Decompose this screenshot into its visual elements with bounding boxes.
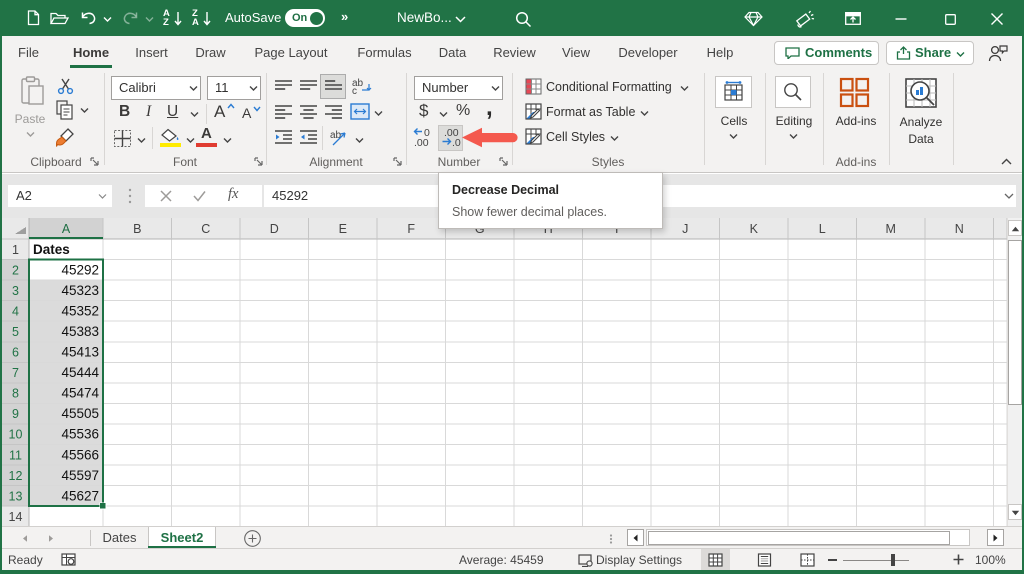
svg-text:10: 10 (9, 428, 23, 442)
svg-text:L: L (819, 222, 826, 236)
svg-text:3: 3 (12, 284, 19, 298)
svg-text:A: A (62, 222, 71, 236)
svg-text:45413: 45413 (61, 345, 99, 360)
svg-text:.0: .0 (452, 137, 461, 147)
svg-text:1: 1 (12, 243, 19, 257)
svg-text:B: B (133, 222, 141, 236)
svg-text:6: 6 (12, 346, 19, 360)
svg-text:45566: 45566 (61, 447, 99, 462)
svg-text:F: F (407, 222, 415, 236)
svg-text:9: 9 (12, 407, 19, 421)
svg-text:12: 12 (9, 469, 23, 483)
svg-text:C: C (201, 222, 210, 236)
svg-text:14: 14 (9, 510, 23, 524)
svg-text:2: 2 (12, 263, 19, 277)
svg-text:Dates: Dates (33, 242, 70, 257)
svg-text:5: 5 (12, 325, 19, 339)
svg-text:45505: 45505 (61, 406, 99, 421)
svg-text:c: c (352, 86, 357, 95)
svg-text:N: N (955, 222, 964, 236)
svg-text:45536: 45536 (61, 427, 99, 442)
svg-text:45292: 45292 (61, 262, 99, 277)
svg-text:11: 11 (9, 448, 22, 462)
svg-text:D: D (270, 222, 279, 236)
svg-text:7: 7 (12, 366, 19, 380)
svg-text:45627: 45627 (61, 488, 99, 503)
svg-text:E: E (339, 222, 347, 236)
svg-text:45383: 45383 (61, 324, 99, 339)
svg-text:45352: 45352 (61, 303, 99, 318)
svg-text:45444: 45444 (61, 365, 99, 380)
svg-text:M: M (886, 222, 896, 236)
svg-text:ab: ab (330, 130, 342, 141)
svg-text:13: 13 (9, 489, 23, 503)
svg-text:45474: 45474 (61, 386, 99, 401)
svg-text:45597: 45597 (61, 468, 99, 483)
svg-text:45323: 45323 (61, 283, 99, 298)
svg-text:K: K (750, 222, 759, 236)
svg-text:8: 8 (12, 387, 19, 401)
svg-text:J: J (682, 222, 688, 236)
svg-text:4: 4 (12, 304, 19, 318)
svg-text:.00: .00 (414, 137, 429, 147)
